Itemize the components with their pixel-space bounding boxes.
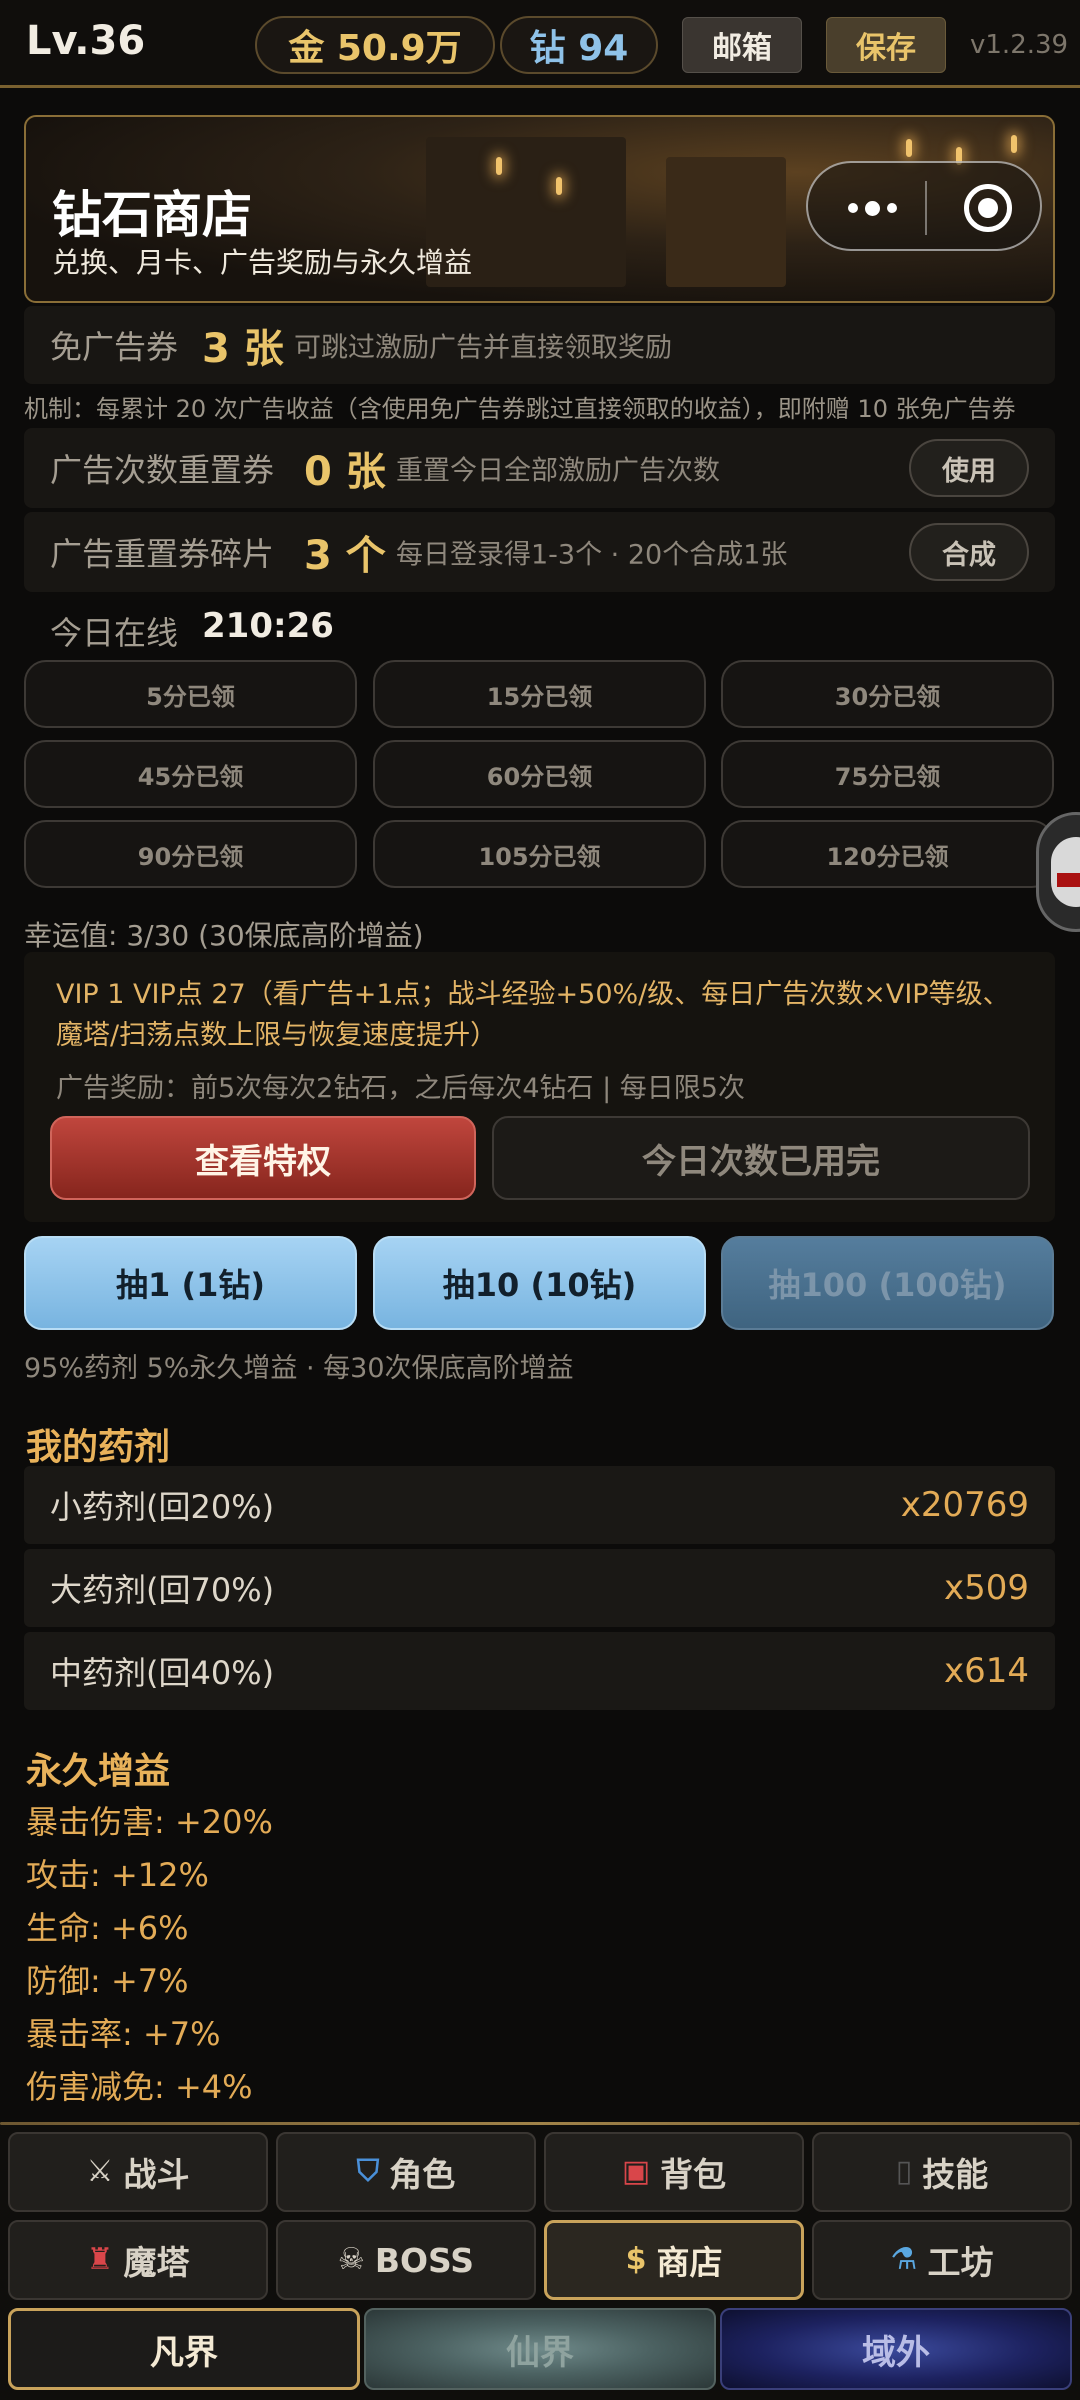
shield-icon: ⛉	[356, 2154, 380, 2189]
draw-10-button[interactable]: 抽10 (10钻)	[373, 1236, 706, 1330]
save-button[interactable]: 保存	[826, 17, 946, 73]
buff-item: 生命: +6%	[26, 1909, 189, 1947]
shop-banner: 钻石商店 兑换、月卡、广告奖励与永久增益	[24, 115, 1055, 303]
ad-reward-info: 广告奖励：前5次每次2钻石，之后每次4钻石 | 每日限5次	[56, 1073, 745, 1104]
nav-boss-label: BOSS	[374, 2240, 475, 2280]
potion-name: 大药剂(回70%)	[50, 1571, 275, 1609]
adfree-ticket-label: 免广告券	[50, 328, 179, 366]
banner-decor-candle	[556, 177, 562, 195]
adfree-mechanism-note: 机制：每累计 20 次广告收益（含使用免广告券跳过直接领取的收益），即附赠 10…	[24, 395, 1016, 423]
potion-count: x20769	[900, 1485, 1029, 1525]
nav-character[interactable]: ⛉ 角色	[276, 2132, 536, 2212]
potion-row-large[interactable]: 大药剂(回70%) x509	[24, 1549, 1055, 1627]
diamond-balance: 钻 94	[500, 16, 658, 74]
skull-icon: ☠	[337, 2242, 365, 2277]
crossed-swords-icon: ⚔	[86, 2154, 114, 2189]
draw-1-button[interactable]: 抽1 (1钻)	[24, 1236, 357, 1330]
skill-icon: ▯	[895, 2154, 913, 2189]
online-reward-60[interactable]: 60分已领	[373, 740, 706, 808]
draw-100-button[interactable]: 抽100 (100钻)	[721, 1236, 1054, 1330]
page-subtitle: 兑换、月卡、广告奖励与永久增益	[52, 246, 473, 279]
page-title: 钻石商店	[52, 186, 252, 244]
banner-decor-candle	[1011, 135, 1017, 153]
combine-fragment-button[interactable]: 合成	[909, 523, 1029, 581]
buffs-title: 永久增益	[26, 1751, 171, 1792]
online-reward-120[interactable]: 120分已领	[721, 820, 1054, 888]
fragment-desc: 每日登录得1-3个 · 20个合成1张	[396, 539, 788, 571]
buff-item: 暴击率: +7%	[26, 2015, 221, 2053]
nav-skills[interactable]: ▯ 技能	[812, 2132, 1072, 2212]
nav-bag-label: 背包	[660, 2155, 727, 2194]
adfree-ticket-desc: 可跳过激励广告并直接领取奖励	[294, 332, 672, 364]
online-reward-5[interactable]: 5分已领	[24, 660, 357, 728]
online-time-value: 210:26	[202, 606, 334, 646]
adfree-ticket-row: 免广告券 3 张 可跳过激励广告并直接领取奖励	[24, 306, 1055, 384]
online-reward-75[interactable]: 75分已领	[721, 740, 1054, 808]
potions-title: 我的药剂	[26, 1427, 171, 1468]
banner-decor-candle	[496, 157, 502, 175]
fragment-row: 广告重置券碎片 3 个 每日登录得1-3个 · 20个合成1张 合成	[24, 512, 1055, 592]
vip-panel: VIP 1 VIP点 27（看广告+1点；战斗经验+50%/级、每日广告次数×V…	[24, 952, 1055, 1222]
online-reward-15[interactable]: 15分已领	[373, 660, 706, 728]
player-level: Lv.36	[26, 18, 146, 64]
draw-probability-note: 95%药剂 5%永久增益 · 每30次保底高阶增益	[24, 1353, 574, 1384]
potion-row-small[interactable]: 小药剂(回20%) x20769	[24, 1466, 1055, 1544]
more-icon[interactable]	[832, 183, 912, 233]
buff-item: 防御: +7%	[26, 1962, 189, 2000]
nav-workshop-label: 工坊	[927, 2243, 994, 2282]
nav-skills-label: 技能	[922, 2155, 989, 2194]
nav-tower-label: 魔塔	[123, 2243, 190, 2282]
reset-ticket-count: 0 张	[304, 449, 386, 495]
workshop-icon: ⚗	[890, 2242, 918, 2277]
realm-outer-tab[interactable]: 域外	[720, 2308, 1072, 2390]
vip-description: VIP 1 VIP点 27（看广告+1点；战斗经验+50%/级、每日广告次数×V…	[56, 979, 1010, 1051]
nav-battle-label: 战斗	[123, 2155, 190, 2194]
banner-decor-candle	[906, 139, 912, 157]
nav-shop-label: 商店	[656, 2243, 723, 2282]
nav-workshop[interactable]: ⚗ 工坊	[812, 2220, 1072, 2300]
realm-mortal-tab[interactable]: 凡界	[8, 2308, 360, 2390]
version-label: v1.2.39	[970, 30, 1069, 60]
floating-avatar[interactable]	[1036, 812, 1080, 932]
buff-item: 暴击伤害: +20%	[26, 1803, 273, 1841]
fragment-label: 广告重置券碎片	[50, 535, 275, 573]
potion-count: x614	[943, 1651, 1029, 1691]
miniprogram-capsule	[806, 161, 1042, 251]
luck-value: 幸运值: 3/30 (30保底高阶增益)	[24, 919, 424, 952]
tower-icon: ♜	[86, 2242, 114, 2277]
gold-balance: 金 50.9万	[255, 16, 495, 74]
potion-count: x509	[943, 1568, 1029, 1608]
nav-bag[interactable]: ▣ 背包	[544, 2132, 804, 2212]
money-bag-icon: $	[625, 2242, 647, 2277]
potion-row-medium[interactable]: 中药剂(回40%) x614	[24, 1632, 1055, 1710]
buff-item: 攻击: +12%	[26, 1856, 209, 1894]
close-target-icon[interactable]	[964, 184, 1012, 232]
online-reward-90[interactable]: 90分已领	[24, 820, 357, 888]
buff-item: 伤害减免: +4%	[26, 2068, 253, 2106]
watch-ad-button[interactable]: 今日次数已用完	[492, 1116, 1030, 1200]
use-reset-ticket-button[interactable]: 使用	[909, 439, 1029, 497]
online-reward-105[interactable]: 105分已领	[373, 820, 706, 888]
adfree-ticket-count: 3 张	[202, 326, 284, 372]
online-time-label: 今日在线	[50, 614, 179, 652]
reset-ticket-row: 广告次数重置券 0 张 重置今日全部激励广告次数 使用	[24, 428, 1055, 508]
potion-name: 中药剂(回40%)	[50, 1654, 275, 1692]
backpack-icon: ▣	[621, 2154, 651, 2189]
fragment-count: 3 个	[304, 533, 386, 579]
nav-shop[interactable]: $ 商店	[544, 2220, 804, 2300]
nav-battle[interactable]: ⚔ 战斗	[8, 2132, 268, 2212]
realm-immortal-tab[interactable]: 仙界	[364, 2308, 716, 2390]
view-privilege-button[interactable]: 查看特权	[50, 1116, 476, 1200]
nav-divider	[0, 2122, 1080, 2125]
potion-name: 小药剂(回20%)	[50, 1488, 275, 1526]
online-reward-30[interactable]: 30分已领	[721, 660, 1054, 728]
reset-ticket-desc: 重置今日全部激励广告次数	[396, 455, 720, 487]
reset-ticket-label: 广告次数重置券	[50, 451, 275, 489]
nav-boss[interactable]: ☠ BOSS	[276, 2220, 536, 2300]
mail-button[interactable]: 邮箱	[682, 17, 802, 73]
banner-decor-figure	[666, 157, 786, 287]
online-reward-45[interactable]: 45分已领	[24, 740, 357, 808]
nav-tower[interactable]: ♜ 魔塔	[8, 2220, 268, 2300]
nav-character-label: 角色	[389, 2155, 456, 2194]
